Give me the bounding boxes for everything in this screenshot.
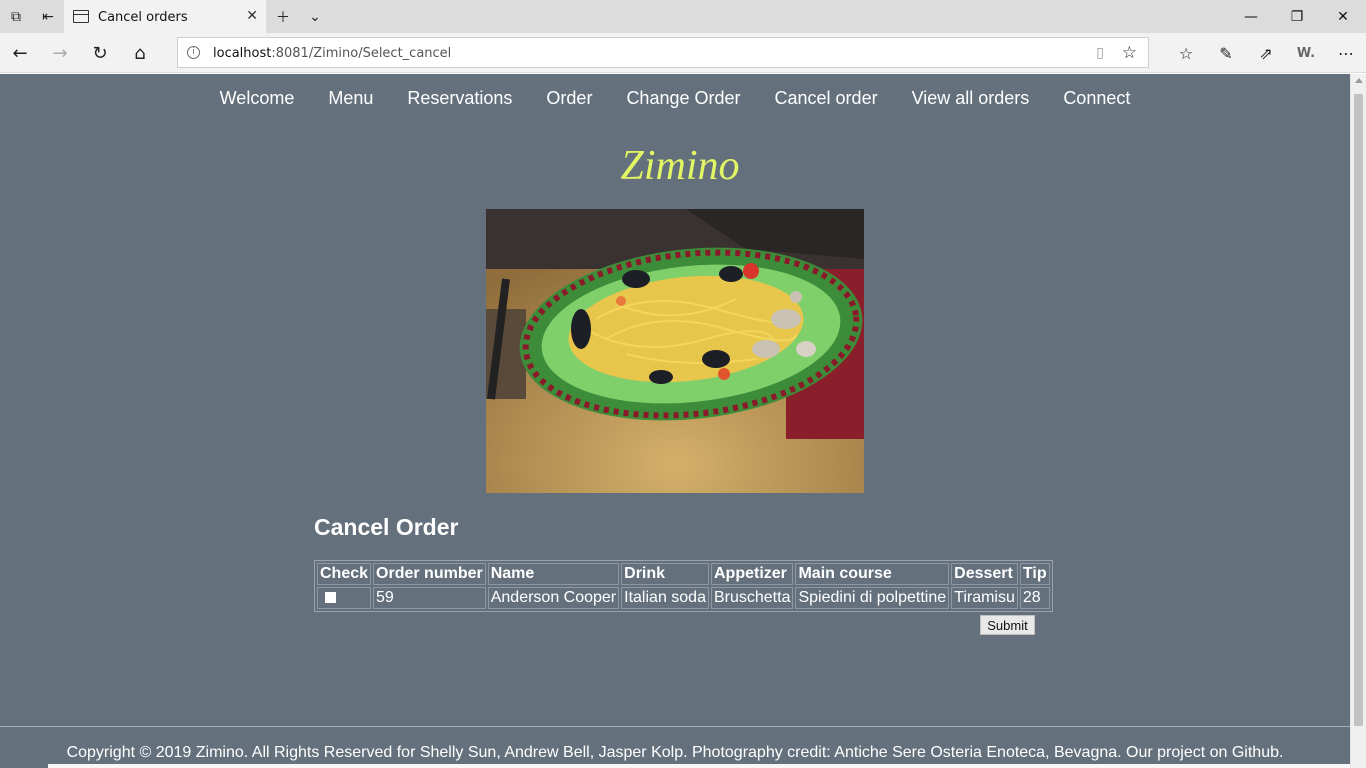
- orders-table: Check Order number Name Drink Appetizer …: [314, 560, 1053, 612]
- scroll-up-icon[interactable]: [1355, 78, 1363, 83]
- back-arrow-icon[interactable]: ←: [0, 33, 40, 73]
- nav-order[interactable]: Order: [529, 88, 609, 109]
- nav-reservations[interactable]: Reservations: [390, 88, 529, 109]
- bottom-edge: [48, 764, 1350, 768]
- col-check: Check: [317, 563, 372, 585]
- order-checkbox[interactable]: [325, 592, 336, 604]
- appetizer-cell: Bruschetta: [710, 587, 794, 609]
- page-title: Cancel Order: [314, 514, 459, 540]
- url-host: localhost: [213, 46, 272, 61]
- chevron-down-icon[interactable]: ⌄: [299, 0, 331, 33]
- pen-icon[interactable]: ✎: [1206, 33, 1246, 73]
- col-drink: Drink: [621, 563, 709, 585]
- main-course-cell: Spiedini di polpettine: [795, 587, 950, 609]
- col-tip: Tip: [1019, 563, 1050, 585]
- col-dessert: Dessert: [951, 563, 1018, 585]
- refresh-icon[interactable]: ↻: [80, 33, 120, 73]
- col-name: Name: [487, 563, 620, 585]
- address-bar[interactable]: i localhost:8081/Zimino/Select_cancel ▯ …: [177, 37, 1149, 68]
- url-text[interactable]: localhost:8081/Zimino/Select_cancel: [213, 46, 451, 61]
- nav-change-order[interactable]: Change Order: [609, 88, 757, 109]
- scrollbar-thumb[interactable]: [1354, 94, 1363, 726]
- col-order-number: Order number: [373, 563, 486, 585]
- check-cell: [317, 587, 372, 609]
- pasta-plate-illustration: [486, 209, 864, 493]
- page-viewport: Welcome Menu Reservations Order Change O…: [0, 74, 1350, 768]
- submit-button[interactable]: Submit: [980, 615, 1035, 635]
- nav-view-all-orders[interactable]: View all orders: [895, 88, 1047, 109]
- reading-view-icon[interactable]: ▯: [1096, 45, 1104, 61]
- url-path: :8081/Zimino/Select_cancel: [271, 46, 452, 61]
- site-nav: Welcome Menu Reservations Order Change O…: [0, 88, 1350, 109]
- share-icon[interactable]: ⇗: [1246, 33, 1286, 73]
- nav-menu[interactable]: Menu: [311, 88, 390, 109]
- nav-welcome[interactable]: Welcome: [203, 88, 312, 109]
- footer-text: Copyright © 2019 Zimino. All Rights Rese…: [66, 744, 1284, 761]
- drink-cell: Italian soda: [621, 587, 709, 609]
- tab-actions-icon[interactable]: ⧉: [0, 0, 32, 33]
- browser-tab[interactable]: Cancel orders ✕: [64, 0, 266, 33]
- nav-connect[interactable]: Connect: [1046, 88, 1147, 109]
- forward-arrow-icon[interactable]: →: [40, 33, 80, 73]
- nav-cancel-order[interactable]: Cancel order: [758, 88, 895, 109]
- close-icon[interactable]: ✕: [1320, 0, 1366, 33]
- minimize-icon[interactable]: —: [1228, 0, 1274, 33]
- tip-cell: 28: [1019, 587, 1050, 609]
- extension-w-icon[interactable]: W.: [1286, 33, 1326, 73]
- browser-titlebar: ⧉ ⇤ Cancel orders ✕ ＋ ⌄ — ❐ ✕: [0, 0, 1366, 33]
- food-photo: [486, 209, 864, 493]
- order-number-cell: 59: [373, 587, 486, 609]
- footer-divider: [0, 726, 1350, 727]
- set-aside-tabs-icon[interactable]: ⇤: [32, 0, 64, 33]
- page-icon: [73, 10, 89, 23]
- info-icon[interactable]: i: [187, 46, 200, 59]
- table-row: 59 Anderson Cooper Italian soda Bruschet…: [317, 587, 1050, 609]
- tab-title: Cancel orders: [98, 10, 188, 25]
- restore-icon[interactable]: ❐: [1274, 0, 1320, 33]
- home-icon[interactable]: ⌂: [120, 33, 160, 73]
- star-icon[interactable]: ☆: [1122, 43, 1137, 63]
- col-appetizer: Appetizer: [710, 563, 794, 585]
- dessert-cell: Tiramisu: [951, 587, 1018, 609]
- plus-icon[interactable]: ＋: [267, 0, 299, 33]
- browser-toolbar: ← → ↻ ⌂ i localhost:8081/Zimino/Select_c…: [0, 33, 1366, 73]
- table-header-row: Check Order number Name Drink Appetizer …: [317, 563, 1050, 585]
- page-scrollbar[interactable]: [1350, 74, 1366, 768]
- name-cell: Anderson Cooper: [487, 587, 620, 609]
- col-main-course: Main course: [795, 563, 950, 585]
- site-brand: Zimino: [620, 143, 740, 189]
- more-icon[interactable]: ⋯: [1326, 33, 1366, 73]
- favorites-list-icon[interactable]: ☆: [1166, 33, 1206, 73]
- close-tab-icon[interactable]: ✕: [246, 8, 258, 24]
